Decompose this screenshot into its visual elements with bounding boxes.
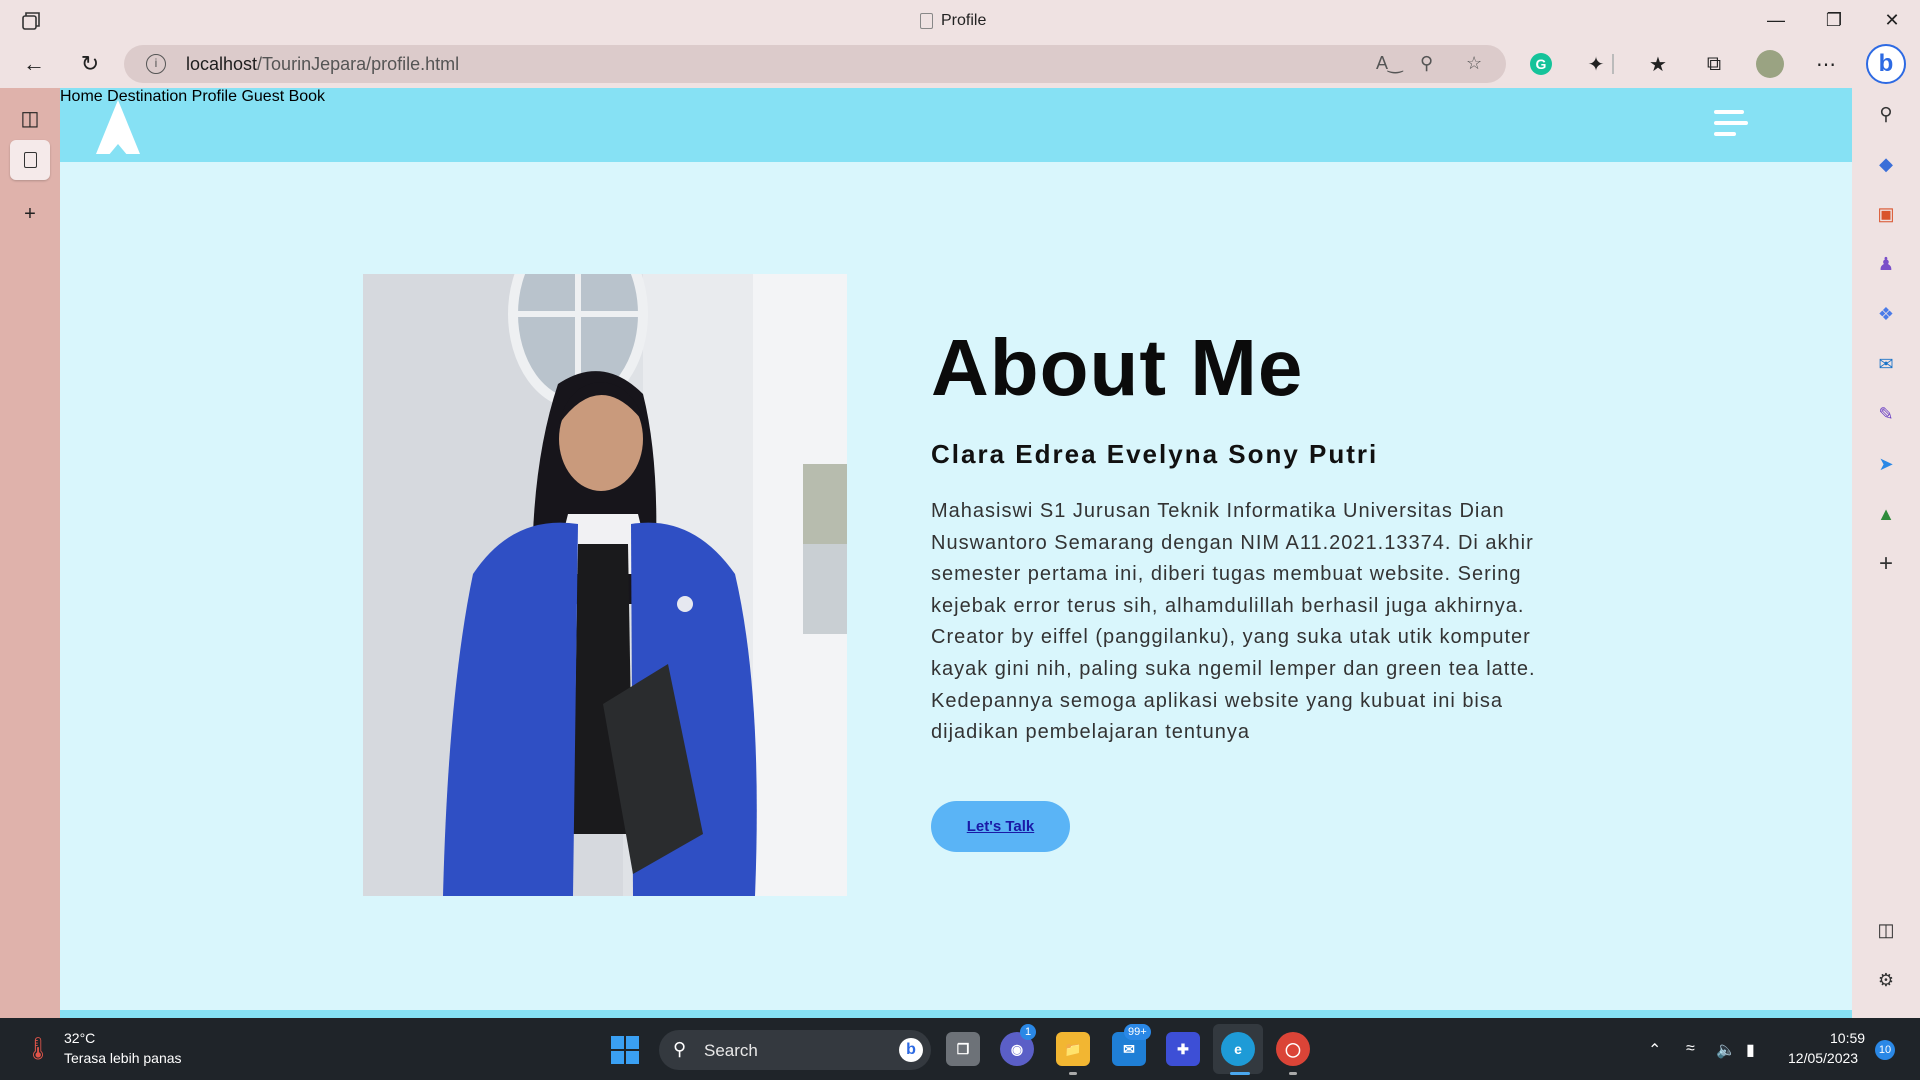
notification-badge[interactable]: 10 — [1875, 1040, 1895, 1060]
settings-gear-icon[interactable]: ⚙ — [1872, 966, 1900, 994]
tab-actions-icon[interactable] — [20, 10, 44, 32]
task-view-icon[interactable]: ❐ — [946, 1032, 980, 1066]
edge-browser-icon[interactable]: e — [1221, 1032, 1255, 1066]
about-title: About Me — [931, 323, 1304, 412]
mail-badge: 99+ — [1124, 1024, 1151, 1040]
windows-taskbar: 🌡 32°C Terasa lebih panas ⚲ Search b ❐ ◉… — [0, 1018, 1920, 1080]
shopping-icon[interactable]: ◆ — [1872, 150, 1900, 178]
favorites-icon[interactable]: ★ — [1644, 50, 1672, 78]
teams-badge: 1 — [1020, 1024, 1036, 1040]
outlook-icon[interactable]: ✉ — [1872, 350, 1900, 378]
collections-icon[interactable]: ⧉ — [1700, 50, 1728, 78]
bing-chat-icon[interactable]: b — [1866, 44, 1906, 84]
designer-icon[interactable]: ✎ — [1872, 400, 1900, 428]
info-icon[interactable]: i — [146, 54, 166, 74]
weather-temperature[interactable]: 32°C — [64, 1030, 95, 1046]
windows-start-icon[interactable] — [611, 1036, 639, 1064]
site-navbar: Home Destination Profile Guest Book — [60, 88, 1852, 162]
nav-guest-book[interactable]: Guest Book — [241, 88, 325, 105]
vertical-tab-profile[interactable] — [10, 140, 50, 180]
web-page: Home Destination Profile Guest Book Abou… — [60, 88, 1852, 1018]
back-icon[interactable]: ← — [18, 49, 50, 79]
new-tab-icon[interactable]: + — [10, 194, 50, 234]
read-aloud-icon[interactable]: A‿ — [1376, 53, 1402, 74]
volume-icon[interactable]: 🔈 — [1716, 1040, 1736, 1060]
about-description: Mahasiswi S1 Jurusan Teknik Informatika … — [931, 500, 1536, 744]
footer-strip — [60, 1010, 1852, 1018]
zoom-out-icon[interactable]: ⚲ — [1420, 53, 1433, 74]
running-indicator — [1289, 1072, 1297, 1075]
search-icon[interactable]: ⚲ — [1872, 100, 1900, 128]
about-name: Clara Edrea Evelyna Sony Putri — [931, 439, 1379, 469]
page-icon — [23, 152, 37, 168]
battery-icon[interactable]: ▮ — [1746, 1040, 1755, 1060]
refresh-icon[interactable]: ↻ — [74, 49, 106, 79]
clock-date[interactable]: 12/05/2023 — [1788, 1050, 1858, 1066]
search-icon: ⚲ — [673, 1039, 687, 1059]
microsoft-365-icon[interactable]: ❖ — [1872, 300, 1900, 328]
add-favorite-icon[interactable]: ☆ — [1466, 53, 1482, 74]
send-icon[interactable]: ➤ — [1872, 450, 1900, 478]
edge-sidebar: ⚲ ◆ ▣ ♟ ❖ ✉ ✎ ➤ ▲ + ◫ ⚙ — [1852, 88, 1920, 1018]
running-indicator — [1069, 1072, 1077, 1075]
more-options-icon[interactable]: ⋯ — [1812, 50, 1840, 78]
tools-icon[interactable]: ▣ — [1872, 200, 1900, 228]
close-window-button[interactable]: ✕ — [1864, 6, 1920, 34]
taskbar-search[interactable]: ⚲ Search b — [659, 1030, 931, 1070]
show-hidden-icons-chevron-up-icon[interactable]: ⌃ — [1648, 1040, 1661, 1060]
chrome-browser-icon[interactable]: ◯ — [1276, 1032, 1310, 1066]
toolbar-divider — [1612, 54, 1614, 74]
tab-title: Profile — [941, 12, 987, 29]
thermometer-icon[interactable]: 🌡 — [24, 1036, 52, 1062]
minimize-button[interactable]: — — [1748, 6, 1804, 34]
address-bar[interactable]: i localhost/TourinJepara/profile.html A‿… — [124, 45, 1506, 83]
bing-icon: b — [899, 1038, 923, 1062]
lets-talk-button[interactable]: Let's Talk — [931, 801, 1070, 852]
vertical-tabs-strip: ◫ + — [0, 88, 60, 1018]
page-icon — [920, 13, 933, 29]
browser-toolbar: ← ↻ i localhost/TourinJepara/profile.htm… — [0, 40, 1920, 88]
grammarly-icon[interactable]: G — [1530, 53, 1552, 75]
clock-time[interactable]: 10:59 — [1830, 1030, 1865, 1046]
vscode-style-app-icon[interactable]: ✚ — [1166, 1032, 1200, 1066]
browser-title-bar: Profile — ❐ ✕ — [0, 0, 1920, 40]
active-tab[interactable]: Profile — [920, 10, 986, 32]
restore-button[interactable]: ❐ — [1806, 6, 1862, 34]
search-label: Search — [704, 1041, 758, 1060]
profile-photo — [363, 274, 847, 896]
tree-icon[interactable]: ▲ — [1872, 500, 1900, 528]
tab-panel-icon[interactable]: ◫ — [10, 98, 50, 138]
nav-profile[interactable]: Profile — [192, 88, 237, 105]
weather-description[interactable]: Terasa lebih panas — [64, 1050, 182, 1066]
wifi-icon[interactable]: ≈ — [1686, 1040, 1695, 1058]
sidebar-layout-icon[interactable]: ◫ — [1872, 916, 1900, 944]
extensions-icon[interactable]: ✦ — [1582, 50, 1610, 78]
active-indicator — [1230, 1072, 1250, 1075]
games-icon[interactable]: ♟ — [1872, 250, 1900, 278]
file-explorer-icon[interactable]: 📁 — [1056, 1032, 1090, 1066]
hamburger-menu-icon[interactable] — [1714, 110, 1748, 140]
add-sidebar-app-icon[interactable]: + — [1872, 550, 1900, 578]
profile-avatar[interactable] — [1756, 50, 1784, 78]
url-text[interactable]: localhost/TourinJepara/profile.html — [186, 54, 459, 75]
